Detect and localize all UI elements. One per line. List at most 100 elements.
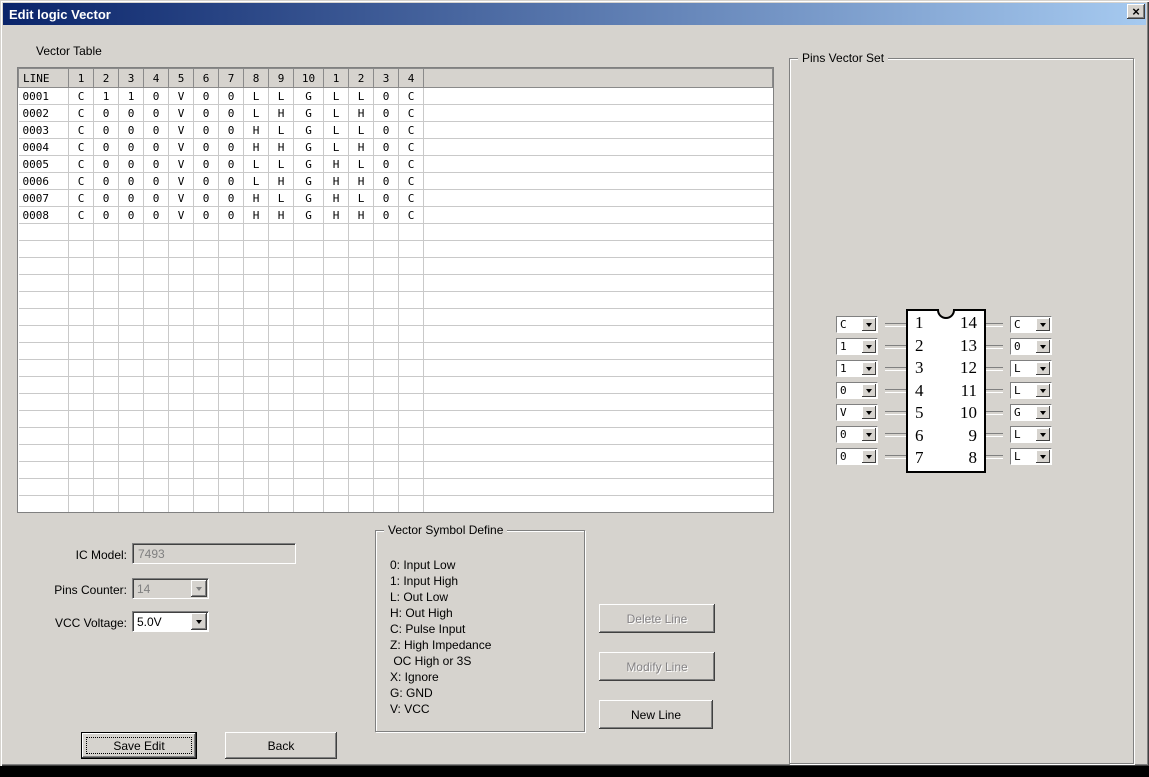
vector-cell	[169, 360, 194, 377]
close-button[interactable]: ×	[1127, 4, 1145, 19]
pin-value-select[interactable]: 1	[836, 338, 878, 355]
vector-cell	[269, 411, 294, 428]
vector-cell	[294, 394, 324, 411]
vector-cell: 0	[219, 88, 244, 105]
chevron-down-icon[interactable]	[1036, 362, 1050, 375]
line-number-cell	[19, 309, 69, 326]
vector-cell: G	[294, 190, 324, 207]
pin-value-select[interactable]: 0	[836, 426, 878, 443]
vector-cell	[244, 462, 269, 479]
back-button[interactable]: Back	[225, 732, 337, 759]
vector-cell	[169, 496, 194, 513]
symbol-define-item: L: Out Low	[390, 589, 578, 605]
filler-cell	[424, 156, 773, 173]
vector-cell	[219, 275, 244, 292]
vector-cell	[194, 428, 219, 445]
table-row[interactable]: 0001C110V00LLGLL0C	[19, 88, 773, 105]
chevron-down-icon[interactable]	[1036, 318, 1050, 331]
chevron-down-icon[interactable]	[862, 340, 876, 353]
pin-value-select[interactable]: G	[1010, 404, 1052, 421]
chevron-down-icon[interactable]	[862, 318, 876, 331]
title-bar: Edit logic Vector	[3, 3, 1146, 25]
vector-cell: C	[69, 139, 94, 156]
vector-cell: 0	[194, 190, 219, 207]
chevron-down-icon[interactable]	[1036, 428, 1050, 441]
pin-row: 0	[986, 338, 1052, 355]
column-header: 5	[169, 69, 194, 88]
chevron-down-icon[interactable]	[1036, 450, 1050, 463]
vector-cell	[374, 428, 399, 445]
vector-cell: 0	[94, 156, 119, 173]
vector-cell	[144, 394, 169, 411]
vector-cell: 0	[144, 207, 169, 224]
vector-cell	[69, 275, 94, 292]
table-row[interactable]: 0008C000V00HHGHH0C	[19, 207, 773, 224]
line-number-cell	[19, 479, 69, 496]
filler-cell	[424, 88, 773, 105]
pin-value-select[interactable]: C	[1010, 316, 1052, 333]
vector-cell: C	[69, 207, 94, 224]
save-edit-button[interactable]: Save Edit	[81, 732, 197, 759]
table-row[interactable]: 0006C000V00LHGHH0C	[19, 173, 773, 190]
pin-value-select[interactable]: 0	[836, 382, 878, 399]
vector-cell	[399, 394, 424, 411]
vector-cell	[169, 428, 194, 445]
vector-cell	[399, 377, 424, 394]
vector-cell	[269, 360, 294, 377]
pin-value-select[interactable]: L	[1010, 426, 1052, 443]
pin-value-select[interactable]: L	[1010, 360, 1052, 377]
table-row[interactable]: 0003C000V00HLGLL0C	[19, 122, 773, 139]
table-row[interactable]: 0007C000V00HLGHL0C	[19, 190, 773, 207]
chevron-down-icon[interactable]	[862, 428, 876, 441]
chevron-down-icon[interactable]	[862, 450, 876, 463]
vector-cell	[269, 462, 294, 479]
vector-cell	[349, 292, 374, 309]
vector-cell	[169, 309, 194, 326]
vector-cell	[169, 241, 194, 258]
table-row[interactable]: 0004C000V00HHGLH0C	[19, 139, 773, 156]
vector-cell	[324, 394, 349, 411]
filler-cell	[424, 139, 773, 156]
chevron-down-icon[interactable]	[862, 362, 876, 375]
pin-value-select[interactable]: C	[836, 316, 878, 333]
column-header-filler	[424, 69, 773, 88]
vector-cell	[294, 309, 324, 326]
vector-cell: 0	[94, 190, 119, 207]
pin-value-select[interactable]: 0	[1010, 338, 1052, 355]
new-line-button[interactable]: New Line	[599, 700, 713, 729]
vector-cell	[194, 411, 219, 428]
pin-value-select[interactable]: V	[836, 404, 878, 421]
table-row[interactable]: 0002C000V00LHGLH0C	[19, 105, 773, 122]
vector-cell	[144, 224, 169, 241]
column-header: 2	[349, 69, 374, 88]
vector-cell	[194, 394, 219, 411]
vector-cell	[399, 445, 424, 462]
vector-cell	[169, 445, 194, 462]
chevron-down-icon[interactable]	[191, 613, 207, 630]
vector-cell: G	[294, 122, 324, 139]
chevron-down-icon[interactable]	[1036, 384, 1050, 397]
pin-value-select[interactable]: L	[1010, 448, 1052, 465]
table-row	[19, 309, 773, 326]
table-row[interactable]: 0005C000V00LLGHL0C	[19, 156, 773, 173]
vector-cell	[119, 377, 144, 394]
chevron-down-icon[interactable]	[862, 384, 876, 397]
filler-cell	[424, 343, 773, 360]
vector-cell: G	[294, 156, 324, 173]
column-header: 4	[399, 69, 424, 88]
vector-cell: G	[294, 173, 324, 190]
chevron-down-icon[interactable]	[862, 406, 876, 419]
vector-cell	[269, 241, 294, 258]
chevron-down-icon[interactable]	[1036, 340, 1050, 353]
vector-cell: H	[324, 207, 349, 224]
vector-cell	[69, 479, 94, 496]
chip-left-pins: 1234567	[915, 314, 924, 466]
pin-value-select[interactable]: 0	[836, 448, 878, 465]
vcc-voltage-select[interactable]: 5.0V	[132, 611, 209, 632]
pin-value-select[interactable]: L	[1010, 382, 1052, 399]
vector-cell	[144, 275, 169, 292]
chevron-down-icon[interactable]	[1036, 406, 1050, 419]
pin-stub	[986, 345, 1003, 349]
vector-cell	[94, 309, 119, 326]
pin-value-select[interactable]: 1	[836, 360, 878, 377]
